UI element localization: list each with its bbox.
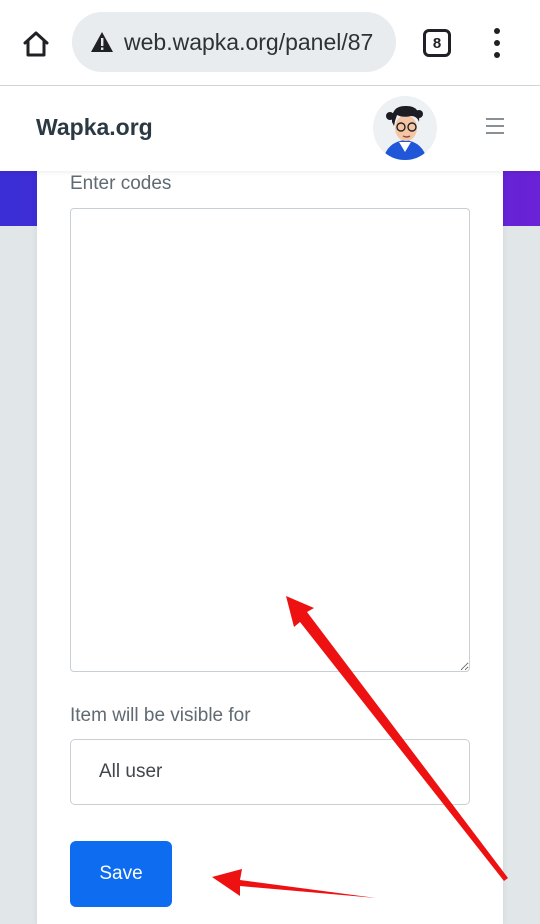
url-text: web.wapka.org/panel/87 <box>124 28 374 55</box>
visibility-select[interactable]: All user <box>70 739 470 805</box>
avatar[interactable] <box>373 96 437 160</box>
save-button[interactable]: Save <box>70 841 172 907</box>
site-brand[interactable]: Wapka.org <box>36 114 153 141</box>
warning-icon <box>91 32 113 52</box>
visibility-label: Item will be visible for <box>70 705 251 726</box>
home-icon <box>23 31 49 57</box>
home-button[interactable] <box>16 24 56 64</box>
avatar-illustration <box>373 96 437 160</box>
tab-count: 8 <box>432 34 442 52</box>
browser-toolbar: web.wapka.org/panel/87 8 <box>0 0 540 86</box>
codes-label: Enter codes <box>70 173 172 194</box>
site-header: Wapka.org <box>0 86 540 171</box>
more-vert-icon[interactable] <box>485 26 509 60</box>
visibility-value: All user <box>99 761 163 782</box>
address-bar[interactable]: web.wapka.org/panel/87 <box>72 12 396 72</box>
codes-textarea[interactable] <box>70 208 470 672</box>
tab-switcher-button[interactable]: 8 <box>423 29 451 57</box>
hamburger-icon[interactable] <box>486 118 504 134</box>
